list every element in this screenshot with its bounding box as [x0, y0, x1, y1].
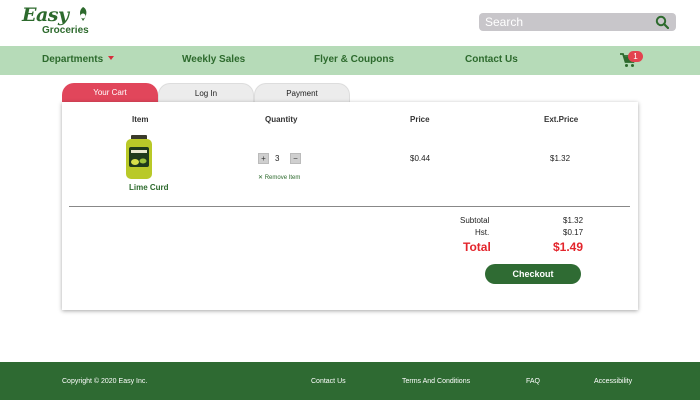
total-value: $1.49: [553, 240, 584, 254]
product-name[interactable]: Lime Curd: [129, 183, 169, 192]
total-label: Total: [463, 240, 491, 254]
tab-log-in[interactable]: Log In: [158, 83, 254, 103]
quantity-increase-button[interactable]: +: [258, 153, 269, 164]
logo-word: Easy: [22, 4, 69, 26]
cart-count-badge: 1: [628, 51, 643, 62]
close-icon: ✕: [258, 175, 264, 181]
footer-link-terms[interactable]: Terms And Conditions: [402, 378, 470, 385]
nav-weekly-sales[interactable]: Weekly Sales: [182, 54, 245, 65]
nav-flyer-coupons[interactable]: Flyer & Coupons: [314, 54, 394, 65]
header-quantity: Quantity: [265, 115, 298, 124]
search-input[interactable]: [479, 13, 649, 31]
footer-link-contact[interactable]: Contact Us: [311, 378, 346, 385]
search-bar: [479, 13, 676, 31]
subtotal-label: Subtotal: [460, 216, 490, 225]
tax-label: Hst.: [475, 228, 490, 237]
tab-your-cart[interactable]: Your Cart: [62, 83, 158, 103]
checkout-button[interactable]: Checkout: [485, 264, 581, 284]
divider: [69, 206, 630, 207]
tax-value: $0.17: [563, 228, 584, 237]
copyright: Copyright © 2020 Easy Inc.: [62, 378, 148, 385]
logo[interactable]: Easy Groceries: [22, 4, 102, 40]
footer-link-faq[interactable]: FAQ: [526, 378, 540, 385]
remove-item-link[interactable]: ✕ Remove Item: [258, 174, 300, 181]
quantity-value: 3: [275, 154, 280, 163]
header-price: Price: [410, 115, 430, 124]
product-image: [126, 135, 152, 179]
search-icon[interactable]: [655, 15, 669, 29]
cart-panel: Item Quantity Price Ext.Price Lime Curd …: [62, 102, 638, 310]
tab-payment[interactable]: Payment: [254, 83, 350, 103]
caret-down-icon: [108, 56, 115, 60]
header-item: Item: [132, 115, 149, 124]
main-nav: Departments Weekly Sales Flyer & Coupons…: [0, 46, 700, 75]
leaf-icon: [80, 7, 87, 21]
header: Easy Groceries: [0, 0, 700, 46]
nav-label: Departments: [42, 54, 104, 65]
footer-link-accessibility[interactable]: Accessibility: [594, 378, 632, 385]
logo-subtitle: Groceries: [42, 25, 89, 36]
unit-price: $0.44: [410, 154, 431, 163]
nav-contact-us[interactable]: Contact Us: [465, 54, 518, 65]
remove-item-label: Remove Item: [264, 175, 301, 181]
subtotal-value: $1.32: [563, 216, 584, 225]
header-ext-price: Ext.Price: [544, 115, 579, 124]
ext-price: $1.32: [550, 154, 571, 163]
footer: Copyright © 2020 Easy Inc. Contact Us Te…: [0, 362, 700, 400]
quantity-decrease-button[interactable]: −: [290, 153, 301, 164]
nav-departments[interactable]: Departments: [42, 54, 115, 65]
